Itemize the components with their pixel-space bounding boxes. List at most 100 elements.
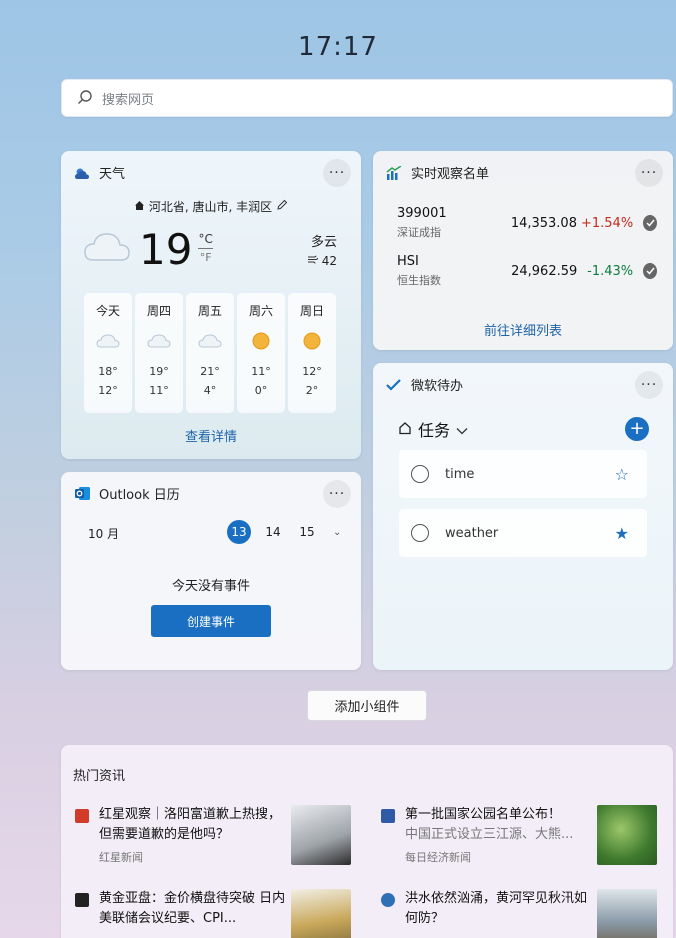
calendar-day-selected[interactable]: 13 (227, 520, 251, 544)
stock-name: 恒生指数 (397, 274, 441, 287)
task-item[interactable]: weather ★ (399, 509, 647, 557)
stock-change: -1.43% (587, 263, 634, 279)
weather-details-link[interactable]: 查看详情 (61, 426, 361, 445)
cloudy-icon (96, 331, 120, 351)
search-input[interactable]: 搜索网页 (102, 89, 154, 108)
forecast-day[interactable]: 今天 18° 12° (84, 293, 132, 413)
check-icon[interactable] (643, 215, 657, 231)
news-item[interactable]: 黄金亚盘：金价横盘待突破 日内美联储会议纪要、CPI... (73, 889, 353, 938)
stock-symbol: HSI (397, 254, 419, 269)
home-icon (398, 420, 412, 439)
news-headline[interactable]: 第一批国家公园名单公布！ (405, 805, 595, 825)
outlook-calendar-widget[interactable]: Outlook 日历 ··· 10 月 13 14 15 ⌄ 今天没有事件 创建… (61, 472, 361, 670)
cloudy-icon (198, 331, 222, 351)
news-subheadline: 中国正式设立三江源、大熊... (405, 827, 574, 842)
unit-fahrenheit[interactable]: °F (200, 249, 212, 264)
task-list-selector[interactable]: 任务 (398, 417, 468, 441)
news-item[interactable]: 第一批国家公园名单公布！ 中国正式设立三江源、大熊... 每日经济新闻 (379, 805, 659, 869)
task-item[interactable]: time ☆ (399, 450, 647, 498)
stock-change: +1.54% (580, 215, 634, 231)
watchlist-title: 实时观察名单 (385, 163, 489, 182)
weather-app-icon (73, 164, 91, 182)
news-item[interactable]: 洪水依然汹涌，黄河罕见秋汛如何防？ (379, 889, 659, 938)
watchlist-more-button[interactable]: ··· (635, 159, 663, 187)
news-source-icon (75, 809, 89, 823)
news-feed: 热门资讯 红星观察｜洛阳富道歉上热搜，但需要道歉的是他吗？ 红星新闻 第一批国家… (61, 745, 673, 938)
forecast-day[interactable]: 周四 19° 11° (135, 293, 183, 413)
stock-row[interactable]: 399001 深证成指 14,353.08 +1.54% (397, 203, 657, 243)
weather-condition-block: 多云 42 (307, 231, 337, 268)
weather-condition: 多云 (310, 235, 337, 250)
star-filled-icon[interactable]: ★ (615, 524, 629, 543)
todo-title: 微软待办 (385, 375, 463, 394)
weather-forecast: 今天 18° 12° 周四 19° 11° 周五 21° 4° 周六 11° 0… (84, 293, 336, 413)
unit-celsius[interactable]: °C (198, 232, 213, 249)
news-section-title: 热门资讯 (73, 769, 126, 784)
sunny-icon (251, 331, 271, 351)
stock-price: 14,353.08 (510, 215, 577, 231)
forecast-day[interactable]: 周五 21° 4° (186, 293, 234, 413)
news-headline[interactable]: 红星观察｜洛阳富道歉上热搜，但需要道歉的是他吗？ (99, 805, 289, 845)
news-headline[interactable]: 黄金亚盘：金价横盘待突破 日内美联储会议纪要、CPI... (99, 889, 289, 929)
news-source: 红星新闻 (99, 851, 143, 864)
news-thumbnail[interactable] (291, 805, 351, 865)
outlook-more-button[interactable]: ··· (323, 480, 351, 508)
news-source-icon (381, 893, 395, 907)
edit-icon[interactable] (276, 199, 288, 214)
task-complete-checkbox[interactable] (411, 465, 429, 483)
calendar-day[interactable]: 14 (261, 520, 285, 544)
search-icon (76, 89, 94, 107)
calendar-day-strip: 13 14 15 ⌄ (227, 520, 341, 544)
watchlist-widget[interactable]: 实时观察名单 ··· 399001 深证成指 14,353.08 +1.54% … (373, 151, 673, 350)
watchlist-details-link[interactable]: 前往详细列表 (373, 320, 673, 339)
todo-app-icon (385, 376, 403, 394)
chevron-down-icon[interactable]: ⌄ (333, 527, 341, 538)
task-complete-checkbox[interactable] (411, 524, 429, 542)
weather-widget[interactable]: 天气 ··· 河北省, 唐山市, 丰润区 19 °C °F 多云 42 今天 1… (61, 151, 361, 459)
news-headline[interactable]: 洪水依然汹涌，黄河罕见秋汛如何防？ (405, 889, 595, 929)
weather-more-button[interactable]: ··· (323, 159, 351, 187)
stock-row[interactable]: HSI 恒生指数 24,962.59 -1.43% (397, 251, 657, 291)
cloudy-icon (83, 226, 131, 270)
news-thumbnail[interactable] (291, 889, 351, 938)
temperature-units[interactable]: °C °F (198, 232, 213, 264)
weather-current: 19 °C °F (83, 226, 213, 274)
no-events-text: 今天没有事件 (171, 579, 250, 594)
outlook-title: Outlook 日历 (73, 484, 180, 503)
create-event-button[interactable]: 创建事件 (151, 605, 271, 637)
weather-location[interactable]: 河北省, 唐山市, 丰润区 (61, 198, 361, 215)
news-thumbnail[interactable] (597, 889, 657, 938)
stock-price: 24,962.59 (511, 263, 578, 279)
check-icon[interactable] (643, 263, 657, 279)
home-icon (134, 200, 145, 214)
calendar-month: 10 月 (88, 527, 120, 541)
task-title: weather (445, 525, 499, 541)
add-task-button[interactable]: + (625, 417, 649, 441)
todo-more-button[interactable]: ··· (635, 371, 663, 399)
forecast-day[interactable]: 周日 12° 2° (288, 293, 336, 413)
news-source: 每日经济新闻 (405, 851, 471, 864)
todo-widget[interactable]: 微软待办 ··· 任务 + time ☆ weather ★ (373, 363, 673, 670)
air-quality-icon (307, 254, 322, 268)
cloudy-icon (147, 331, 171, 351)
weather-title: 天气 (73, 163, 125, 182)
news-thumbnail[interactable] (597, 805, 657, 865)
stocks-app-icon (385, 164, 403, 182)
calendar-day[interactable]: 15 (295, 520, 319, 544)
stock-symbol: 399001 (397, 206, 447, 221)
stock-name: 深证成指 (397, 226, 441, 239)
search-box[interactable]: 搜索网页 (61, 79, 673, 117)
task-title: time (445, 466, 475, 482)
clock: 17:17 (298, 32, 378, 62)
weather-temperature: 19 (139, 225, 193, 274)
news-item[interactable]: 红星观察｜洛阳富道歉上热搜，但需要道歉的是他吗？ 红星新闻 (73, 805, 353, 869)
sunny-icon (302, 331, 322, 351)
air-quality: 42 (307, 254, 337, 268)
news-source-icon (381, 809, 395, 823)
chevron-down-icon (456, 420, 468, 439)
news-source-icon (75, 893, 89, 907)
forecast-day[interactable]: 周六 11° 0° (237, 293, 285, 413)
add-widget-button[interactable]: 添加小组件 (307, 690, 427, 721)
outlook-app-icon (73, 485, 91, 503)
star-outline-icon[interactable]: ☆ (615, 465, 629, 484)
